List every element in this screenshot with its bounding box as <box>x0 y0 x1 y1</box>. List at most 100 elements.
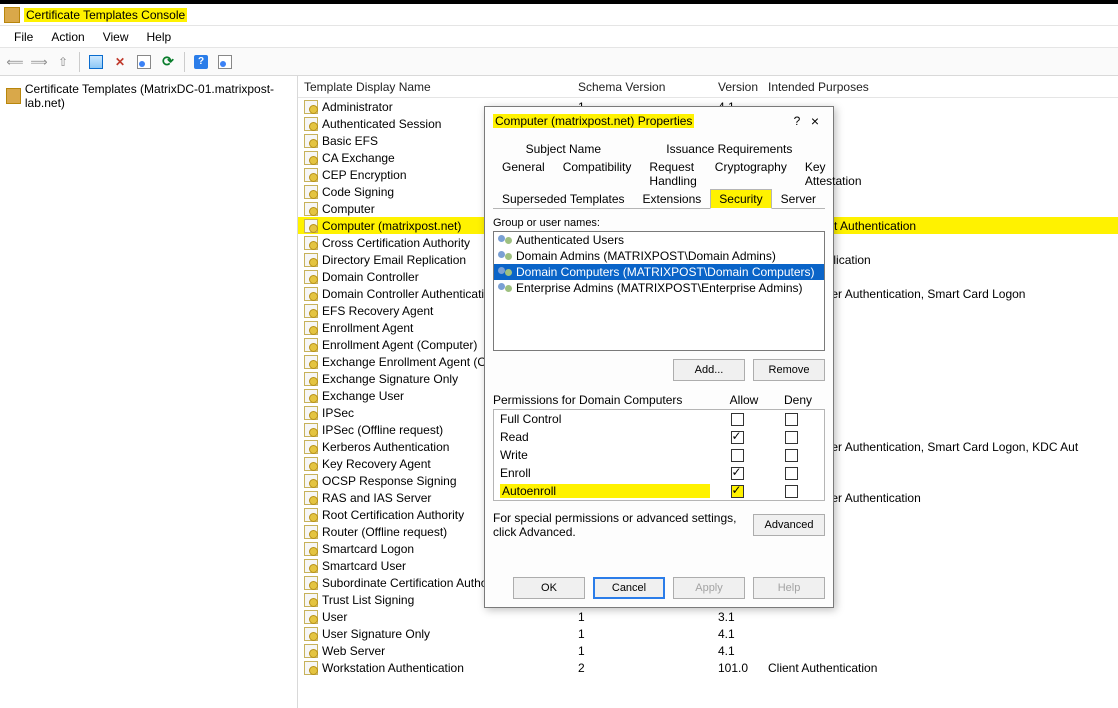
up-button[interactable] <box>52 51 74 73</box>
deny-checkbox[interactable] <box>785 485 798 498</box>
tab-security[interactable]: Security <box>710 189 771 209</box>
certificate-icon <box>304 474 318 488</box>
deny-checkbox[interactable] <box>785 431 798 444</box>
tab-cryptography[interactable]: Cryptography <box>706 157 796 190</box>
group-item[interactable]: Authenticated Users <box>494 232 824 248</box>
properties-button[interactable] <box>133 51 155 73</box>
certificate-icon <box>304 542 318 556</box>
allow-checkbox[interactable] <box>731 431 744 444</box>
tree-root-label: Certificate Templates (MatrixDC-01.matri… <box>25 82 291 110</box>
template-version: 101.0 <box>718 661 768 675</box>
allow-checkbox[interactable] <box>731 485 744 498</box>
dialog-close-button[interactable]: × <box>805 113 825 129</box>
apply-button[interactable]: Apply <box>673 577 745 599</box>
delete-button[interactable]: ✕ <box>109 51 131 73</box>
deny-checkbox[interactable] <box>785 413 798 426</box>
certificate-icon <box>304 525 318 539</box>
template-name: IPSec (Offline request) <box>322 423 443 437</box>
add-button[interactable]: Add... <box>673 359 745 381</box>
group-item[interactable]: Enterprise Admins (MATRIXPOST\Enterprise… <box>494 280 824 296</box>
col-schema[interactable]: Schema Version <box>578 80 718 94</box>
tree-root-node[interactable]: Certificate Templates (MatrixDC-01.matri… <box>0 80 297 112</box>
template-name: Exchange Signature Only <box>322 372 458 386</box>
certificate-icon <box>304 576 318 590</box>
help-button[interactable]: ? <box>190 51 212 73</box>
col-purpose[interactable]: Intended Purposes <box>768 80 1118 94</box>
group-icon <box>498 249 512 263</box>
certificate-icon <box>304 423 318 437</box>
col-version[interactable]: Version <box>718 80 768 94</box>
template-name: Computer <box>322 202 375 216</box>
group-label: Domain Admins (MATRIXPOST\Domain Admins) <box>516 249 776 263</box>
group-item[interactable]: Domain Admins (MATRIXPOST\Domain Admins) <box>494 248 824 264</box>
allow-checkbox[interactable] <box>731 467 744 480</box>
col-name[interactable]: Template Display Name <box>298 80 578 94</box>
template-schema: 1 <box>578 644 718 658</box>
certificate-icon <box>304 236 318 250</box>
forward-button[interactable] <box>28 51 50 73</box>
group-icon <box>498 265 512 279</box>
certificate-icon <box>304 185 318 199</box>
template-schema: 2 <box>578 661 718 675</box>
dialog-context-help[interactable]: ? <box>789 114 805 128</box>
certificate-icon <box>304 100 318 114</box>
template-name: User <box>322 610 347 624</box>
group-label: Enterprise Admins (MATRIXPOST\Enterprise… <box>516 281 803 295</box>
deny-checkbox[interactable] <box>785 449 798 462</box>
certificate-icon <box>304 644 318 658</box>
certificate-icon <box>304 134 318 148</box>
menu-action[interactable]: Action <box>43 28 92 46</box>
allow-checkbox[interactable] <box>731 413 744 426</box>
menu-bar: File Action View Help <box>0 26 1118 48</box>
back-button[interactable] <box>4 51 26 73</box>
template-row[interactable]: Workstation Authentication2101.0Client A… <box>298 659 1118 676</box>
show-hide-tree-button[interactable] <box>85 51 107 73</box>
group-item[interactable]: Domain Computers (MATRIXPOST\Domain Comp… <box>494 264 824 280</box>
tab-general[interactable]: General <box>493 157 554 190</box>
certificate-icon <box>304 661 318 675</box>
advanced-button[interactable]: Advanced <box>753 514 825 536</box>
certificate-icon <box>304 389 318 403</box>
template-version: 4.1 <box>718 627 768 641</box>
properties-dialog: Computer (matrixpost.net) Properties ? ×… <box>484 106 834 608</box>
certificate-icon <box>304 117 318 131</box>
group-list[interactable]: Authenticated UsersDomain Admins (MATRIX… <box>493 231 825 351</box>
tab-request-handling[interactable]: Request Handling <box>640 157 705 190</box>
ok-button[interactable]: OK <box>513 577 585 599</box>
dialog-help-button[interactable]: Help <box>753 577 825 599</box>
tab-subject-name[interactable]: Subject Name <box>517 139 610 158</box>
permission-label: Autoenroll <box>502 484 556 498</box>
template-name: Enrollment Agent (Computer) <box>322 338 477 352</box>
permission-row: Write <box>494 446 824 464</box>
template-name: RAS and IAS Server <box>322 491 431 505</box>
template-schema: 1 <box>578 627 718 641</box>
tab-superseded-templates[interactable]: Superseded Templates <box>493 189 634 209</box>
certificate-icon <box>304 372 318 386</box>
template-row[interactable]: Web Server14.1 <box>298 642 1118 659</box>
tab-compatibility[interactable]: Compatibility <box>554 157 641 190</box>
template-name: Key Recovery Agent <box>322 457 431 471</box>
template-name: Computer (matrixpost.net) <box>322 219 461 233</box>
menu-file[interactable]: File <box>6 28 41 46</box>
certificate-icon <box>304 321 318 335</box>
menu-help[interactable]: Help <box>139 28 180 46</box>
permission-label: Full Control <box>500 412 561 426</box>
tab-extensions[interactable]: Extensions <box>634 189 711 209</box>
remove-button[interactable]: Remove <box>753 359 825 381</box>
export-list-button[interactable] <box>214 51 236 73</box>
template-row[interactable]: User Signature Only14.1 <box>298 625 1118 642</box>
menu-view[interactable]: View <box>95 28 137 46</box>
refresh-button[interactable] <box>157 51 179 73</box>
dialog-tabstrip: Subject Name Issuance Requirements General… <box>493 139 825 209</box>
tab-key-attestation[interactable]: Key Attestation <box>796 157 871 190</box>
dialog-titlebar[interactable]: Computer (matrixpost.net) Properties ? × <box>485 107 833 135</box>
group-label: Domain Computers (MATRIXPOST\Domain Comp… <box>516 265 815 279</box>
cancel-button[interactable]: Cancel <box>593 577 665 599</box>
tab-server[interactable]: Server <box>772 189 825 209</box>
certificate-icon <box>304 610 318 624</box>
allow-checkbox[interactable] <box>731 449 744 462</box>
tab-issuance-requirements[interactable]: Issuance Requirements <box>657 139 801 158</box>
template-row[interactable]: User13.1 <box>298 608 1118 625</box>
deny-checkbox[interactable] <box>785 467 798 480</box>
template-name: CA Exchange <box>322 151 395 165</box>
